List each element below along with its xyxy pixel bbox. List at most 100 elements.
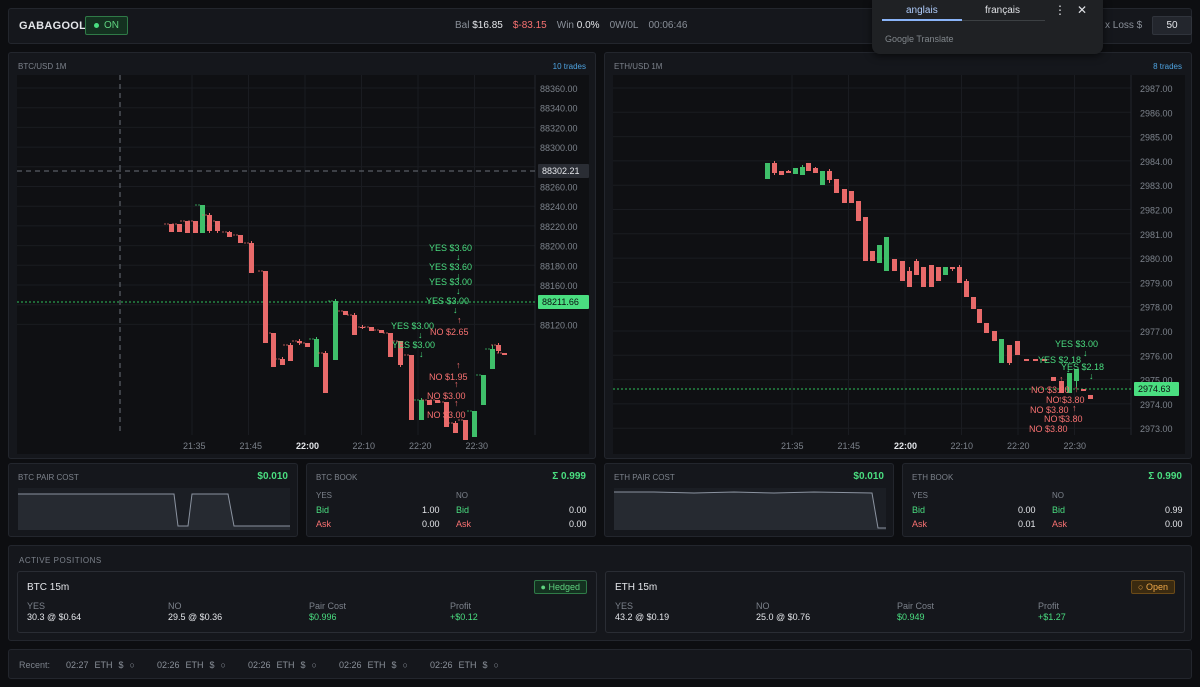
candle-body: [914, 261, 919, 275]
x-tick-label: 22:00: [296, 441, 319, 451]
candle-body: [820, 171, 825, 185]
candle-body: [481, 375, 486, 405]
bot-status-toggle[interactable]: ON: [85, 16, 128, 35]
trade-marker-arrow: ↑: [1057, 413, 1062, 423]
status-dot-icon: [94, 23, 99, 28]
recent-trade-item[interactable]: 02:26 ETH $ ○: [339, 660, 430, 670]
candle-body: [490, 349, 495, 369]
x-tick-label: 21:45: [838, 441, 861, 451]
btc-pair-cost-pos-value: $0.996: [309, 612, 337, 622]
candle-body: [323, 353, 328, 393]
y-tick-label: 88240.00: [540, 202, 578, 212]
candle-body: [227, 232, 232, 237]
candle-body: [999, 339, 1004, 363]
trade-marker-label: NO $3.80: [1029, 424, 1068, 434]
translate-target-tab[interactable]: français: [985, 5, 1020, 16]
candle-body: [193, 221, 198, 233]
max-loss-input[interactable]: 50: [1152, 16, 1192, 35]
balance-label: Bal: [455, 20, 470, 31]
candle-body: [502, 353, 507, 355]
x-tick-label: 22:20: [409, 441, 432, 451]
candle-body: [177, 224, 182, 232]
eth-no-ask-value: 0.00: [1165, 519, 1183, 529]
btc-trade-count[interactable]: 10 trades: [553, 62, 586, 71]
btc-chart-label: BTC/USD 1M: [18, 62, 67, 71]
y-tick-label: 2976.00: [1140, 351, 1173, 361]
y-tick-label: 2980.00: [1140, 254, 1173, 264]
win-stat: Win 0.0%: [557, 20, 600, 31]
recent-status-icon: ○: [220, 660, 226, 670]
candle-body: [971, 297, 976, 309]
candle-body: [900, 261, 905, 281]
candle-body: [943, 267, 948, 275]
y-tick-label: 2978.00: [1140, 303, 1173, 313]
candle-body: [496, 345, 501, 351]
candle-body: [333, 301, 338, 360]
translate-source-tab[interactable]: anglais: [906, 5, 938, 16]
btc-no-bid-value: 0.00: [569, 505, 587, 515]
y-tick-label: 88320.00: [540, 123, 578, 133]
recent-status-icon: ○: [402, 660, 408, 670]
candle-body: [1007, 345, 1012, 363]
btc-position-name: BTC 15m: [27, 582, 70, 593]
btc-profit-value: +$0.12: [450, 612, 478, 622]
eth-chart-plot[interactable]: 2987.00 2986.00 2985.00 2984.00 2983.00 2982.…: [613, 75, 1185, 454]
trade-marker-label: NO $2.65: [430, 327, 469, 337]
tab-divider: [962, 20, 1045, 21]
eth-position-card[interactable]: ETH 15m ○ Open YES 43.2 @ $0.19 NO 25.0 …: [605, 571, 1185, 633]
eth-position-status-badge: ○ Open: [1131, 580, 1175, 594]
eth-pair-cost-panel: ETH PAIR COST $0.010: [604, 463, 894, 537]
crosshair-price-label: 88302.21: [542, 166, 580, 176]
eth-no-bid-label: Bid: [1052, 505, 1066, 515]
y-tick-label: 2973.00: [1140, 424, 1173, 434]
more-vert-icon[interactable]: ⋮: [1054, 3, 1066, 17]
candle-body: [463, 420, 468, 440]
candle-body: [765, 163, 770, 179]
recent-trades-bar: Recent: 02:27 ETH $ ○ 02:26 ETH $ ○ 02:2…: [8, 649, 1192, 679]
recent-trade-item[interactable]: 02:27 ETH $ ○: [66, 660, 157, 670]
trade-marker-label: YES $3.00: [391, 321, 434, 331]
recent-amount: $: [391, 660, 397, 670]
y-tick-label: 2981.00: [1140, 230, 1173, 240]
btc-position-status-badge: ● Hedged: [533, 580, 587, 594]
btc-candlestick-chart[interactable]: 88360.0088340.0088320.0088300.0088280.00…: [17, 75, 589, 454]
btc-chart-plot[interactable]: 88360.0088340.0088320.0088300.0088280.00…: [17, 75, 589, 454]
recent-trade-item[interactable]: 02:26 ETH $ ○: [248, 660, 339, 670]
x-tick-label: 22:10: [951, 441, 974, 451]
recent-time: 02:27: [66, 660, 89, 670]
eth-trade-count[interactable]: 8 trades: [1153, 62, 1182, 71]
trade-marker-arrow: ↓: [453, 305, 458, 315]
candle-body: [472, 411, 477, 437]
candle-body: [793, 168, 798, 174]
recent-label: Recent:: [19, 660, 51, 670]
candle-body: [870, 251, 875, 261]
candle-body: [977, 309, 982, 323]
y-tick-label: 88200.00: [540, 242, 578, 252]
recent-amount: $: [209, 660, 215, 670]
candle-body: [215, 221, 220, 231]
eth-yes-bid-value: 0.00: [1018, 505, 1036, 515]
candle-body: [185, 221, 190, 233]
candle-body: [992, 331, 997, 341]
current-price-label: 2974.63: [1138, 384, 1171, 394]
x-tick-label: 22:30: [1064, 441, 1087, 451]
close-icon[interactable]: ✕: [1077, 3, 1087, 17]
trade-marker-arrow: ↓: [1089, 371, 1094, 381]
current-price-label: 88211.66: [542, 297, 579, 307]
recent-trade-item[interactable]: 02:26 ETH $ ○: [157, 660, 248, 670]
candle-body: [957, 267, 962, 283]
eth-yes-ask-value: 0.01: [1018, 519, 1036, 529]
btc-position-card[interactable]: BTC 15m ● Hedged YES 30.3 @ $0.64 NO 29.…: [17, 571, 597, 633]
candle-body: [369, 327, 374, 331]
recent-trade-item[interactable]: 02:26 ETH $ ○: [430, 660, 521, 670]
candle-body: [409, 355, 414, 420]
btc-yes-bid-value: 1.00: [422, 505, 440, 515]
recent-trades-list: 02:27 ETH $ ○ 02:26 ETH $ ○ 02:26 ETH $ …: [66, 660, 521, 670]
btc-book-no-header: NO: [456, 491, 468, 500]
btc-yes-bid-label: Bid: [316, 505, 330, 515]
trade-marker-label: NO $3.80: [1031, 385, 1070, 395]
candle-body: [169, 224, 174, 232]
btc-book-panel: BTC BOOK Σ 0.999 YES NO Bid 1.00 Bid 0.0…: [306, 463, 596, 537]
eth-candlestick-chart[interactable]: 2987.00 2986.00 2985.00 2984.00 2983.00 2982.…: [613, 75, 1185, 454]
trade-marker-arrow: ↓: [1083, 348, 1088, 358]
